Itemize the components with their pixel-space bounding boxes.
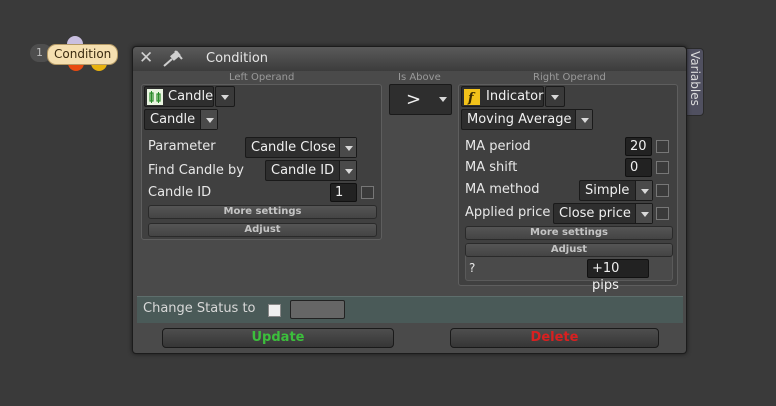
ma-shift-label: MA shift bbox=[465, 160, 518, 175]
right-operand-panel: f Indicator Moving Average MA period 20 … bbox=[458, 84, 678, 293]
left-type-select[interactable]: Candle bbox=[144, 86, 214, 107]
ma-method-checkbox[interactable] bbox=[656, 184, 669, 197]
change-status-row: Change Status to bbox=[137, 296, 683, 323]
parameter-label: Parameter bbox=[148, 139, 216, 154]
operator-value: > bbox=[406, 89, 422, 110]
ma-period-checkbox[interactable] bbox=[656, 140, 669, 153]
applied-price-select[interactable]: Close price bbox=[553, 203, 653, 224]
adjust-section: Adjust ? +10 pips bbox=[465, 243, 673, 293]
operator-select[interactable]: > bbox=[389, 84, 452, 115]
left-subtype-label: Candle bbox=[150, 112, 196, 127]
ma-shift-input[interactable]: 0 bbox=[625, 158, 652, 177]
find-candle-select[interactable]: Candle ID bbox=[265, 160, 357, 181]
ma-period-label: MA period bbox=[465, 139, 531, 154]
ma-method-value: Simple bbox=[585, 183, 630, 198]
right-type-label: Indicator bbox=[486, 89, 544, 104]
ma-period-input[interactable]: 20 bbox=[625, 137, 652, 156]
ma-method-select[interactable]: Simple bbox=[579, 180, 653, 201]
parameter-value: Candle Close bbox=[251, 140, 336, 155]
right-type-select[interactable]: f Indicator bbox=[461, 86, 544, 107]
find-candle-label: Find Candle by bbox=[148, 163, 244, 178]
variables-tab-label: Variables bbox=[688, 51, 702, 106]
title-bar[interactable]: ✕ Condition bbox=[133, 47, 686, 71]
indicator-value: Moving Average bbox=[467, 112, 572, 127]
condition-node[interactable]: 1 Condition bbox=[30, 36, 130, 76]
ma-method-label: MA method bbox=[465, 182, 540, 197]
applied-price-value: Close price bbox=[559, 206, 631, 221]
left-type-dropdown[interactable] bbox=[215, 86, 235, 107]
chevron-down-icon bbox=[200, 110, 217, 129]
variables-tab[interactable]: Variables bbox=[686, 48, 704, 116]
update-button[interactable]: Update bbox=[162, 328, 394, 348]
right-operand-header: Right Operand bbox=[533, 72, 606, 83]
chevron-down-icon bbox=[339, 161, 356, 180]
node-label[interactable]: Condition bbox=[47, 44, 119, 65]
applied-price-label: Applied price bbox=[465, 205, 551, 220]
find-candle-value: Candle ID bbox=[271, 163, 335, 178]
chevron-down-icon bbox=[575, 110, 592, 129]
right-more-settings-button[interactable]: More settings bbox=[465, 226, 673, 240]
operator-header: Is Above bbox=[398, 72, 441, 83]
delete-button[interactable]: Delete bbox=[450, 328, 659, 348]
change-status-checkbox[interactable] bbox=[268, 304, 281, 317]
close-icon[interactable]: ✕ bbox=[139, 49, 157, 67]
right-type-dropdown[interactable] bbox=[545, 86, 565, 107]
left-adjust-button[interactable]: Adjust bbox=[148, 223, 377, 237]
applied-price-checkbox[interactable] bbox=[656, 207, 669, 220]
window-title: Condition bbox=[206, 51, 269, 66]
function-icon: f bbox=[464, 89, 480, 105]
right-adjust-button[interactable]: Adjust bbox=[465, 243, 673, 257]
left-operand-header: Left Operand bbox=[229, 72, 295, 83]
left-more-settings-button[interactable]: More settings bbox=[148, 205, 377, 219]
change-status-label: Change Status to bbox=[143, 301, 256, 316]
candle-id-label: Candle ID bbox=[148, 185, 212, 200]
chevron-down-icon bbox=[635, 181, 652, 200]
parameter-select[interactable]: Candle Close bbox=[245, 137, 357, 158]
adjust-value[interactable]: +10 pips bbox=[587, 259, 649, 293]
ma-shift-checkbox[interactable] bbox=[656, 161, 669, 174]
chevron-down-icon bbox=[439, 97, 447, 102]
candle-id-checkbox[interactable] bbox=[361, 186, 374, 199]
pin-icon[interactable] bbox=[161, 49, 185, 69]
left-operand-panel: Candle Candle Parameter Candle Close Fin… bbox=[141, 84, 382, 240]
adjust-question: ? bbox=[469, 261, 476, 275]
left-type-label: Candle bbox=[168, 89, 214, 104]
left-subtype-select[interactable]: Candle bbox=[144, 109, 218, 130]
chevron-down-icon bbox=[339, 138, 356, 157]
candle-id-input[interactable]: 1 bbox=[330, 183, 357, 202]
indicator-select[interactable]: Moving Average bbox=[461, 109, 593, 130]
chevron-down-icon bbox=[635, 204, 652, 223]
condition-window: ✕ Condition Left Operand Is Above Right … bbox=[132, 46, 687, 354]
status-color-swatch[interactable] bbox=[290, 300, 345, 319]
candle-icon bbox=[147, 89, 163, 105]
